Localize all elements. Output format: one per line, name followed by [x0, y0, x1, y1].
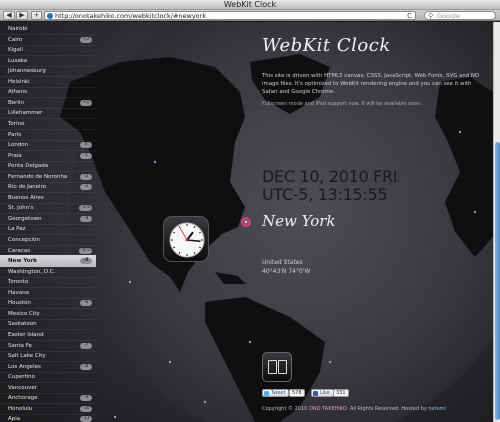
- location-marker-icon: [241, 217, 251, 227]
- city-name-label: Athens: [8, 89, 28, 96]
- city-name-label: St. John's: [8, 205, 34, 212]
- address-bar[interactable]: http://onotakehiko.com/webkitclock/#newy…: [44, 11, 416, 20]
- city-name-label: Caracas: [8, 247, 31, 254]
- utc-offset-badge: -5: [80, 258, 92, 265]
- toolbar: ◀ ▶ + http://onotakehiko.com/webkitclock…: [0, 10, 500, 21]
- country-name: United States: [262, 259, 303, 266]
- utc-offset-badge: -6: [80, 300, 92, 307]
- city-name-label: Johannesburg: [8, 68, 46, 75]
- city-name-label: Los Angeles: [8, 363, 41, 370]
- like-count: 331: [333, 389, 349, 397]
- city-name-label: New York: [8, 258, 37, 265]
- city-name-label: Paris: [8, 131, 22, 138]
- twitter-icon: [264, 391, 269, 396]
- city-name-label: Salt Lake City: [8, 353, 46, 360]
- city-name-label: Kigali: [8, 47, 24, 54]
- city-name-label: Torino: [8, 120, 25, 127]
- site-note: Fullscreen mode and iPad support now. It…: [262, 101, 422, 107]
- footer: Copyright © 2010 ONO TAKEHIKO. All Right…: [262, 406, 446, 412]
- city-name-label: Apia: [8, 416, 21, 422]
- city-name-label: Cairo: [8, 36, 23, 43]
- page-content: Nairobi Cairo +2 Kigali Lusaka Johannesburg He…: [0, 22, 493, 422]
- city-name-label: Nairobi: [8, 26, 28, 32]
- browser-window: WebKit Clock ◀ ▶ + http://onotakehiko.co…: [0, 0, 500, 422]
- city-name-label: Fernando de Noronha: [8, 173, 68, 180]
- coordinates: 40°43'N 74°0'W: [262, 268, 311, 275]
- utc-offset-badge: +1: [80, 99, 92, 106]
- city-name-label: Praia: [8, 152, 22, 159]
- site-logo: WebKit Clock: [262, 35, 391, 56]
- tweet-button[interactable]: Tweet: [262, 389, 290, 397]
- utc-offset-badge: 0: [80, 142, 92, 149]
- fullscreen-toggle-icon[interactable]: [262, 352, 292, 382]
- add-bookmark-button[interactable]: +: [31, 11, 42, 20]
- vertical-scrollbar[interactable]: [493, 22, 500, 422]
- url-text: http://onotakehiko.com/webkitclock/#newy…: [55, 12, 207, 20]
- city-name-label: La Paz: [8, 226, 26, 233]
- city-name-label: Anchorage: [8, 395, 38, 402]
- city-name-label: Rio de Janeiro: [8, 184, 46, 191]
- utc-offset-badge: -4.5: [79, 247, 92, 254]
- scrollbar-thumb[interactable]: [495, 142, 500, 420]
- like-button[interactable]: Like: [311, 389, 334, 397]
- tweet-count: 578: [289, 389, 305, 397]
- city-name-label: Toronto: [8, 279, 29, 286]
- city-name-label: Mexico City: [8, 310, 40, 317]
- facebook-icon: [313, 391, 318, 396]
- city-name-label: Concepción: [8, 237, 40, 243]
- city-name-label: Helsinki: [8, 78, 30, 85]
- city-name-label: Washington, D.C.: [8, 268, 56, 275]
- title-bar: WebKit Clock: [0, 0, 500, 10]
- utc-offset-badge: -10: [80, 405, 92, 412]
- city-name-label: Easter Island: [8, 331, 44, 338]
- utc-offset-badge: -7: [80, 342, 92, 349]
- favicon-icon: [47, 13, 53, 19]
- city-list: Nairobi Cairo +2 Kigali Lusaka Johannesburg He…: [0, 22, 96, 422]
- city-name-label: Houston: [8, 300, 31, 307]
- utc-offset-badge: -1: [80, 152, 92, 159]
- author-link[interactable]: ONO TAKEHIKO: [309, 406, 347, 412]
- city-name-label: Buenos Aires: [8, 194, 44, 201]
- window-title: WebKit Clock: [223, 0, 277, 9]
- search-placeholder: Google: [437, 12, 460, 20]
- utc-offset-badge: +2: [80, 36, 92, 43]
- city-name-label: Honolulu: [8, 405, 33, 412]
- city-list-item[interactable]: Apia -11: [8, 413, 94, 422]
- clock-face: [169, 222, 205, 258]
- search-icon: ⚲: [428, 12, 434, 20]
- city-name-label: Cupertino: [8, 374, 35, 381]
- city-name-label: Vancouver: [8, 384, 37, 391]
- search-input[interactable]: ⚲ Google: [424, 11, 496, 20]
- city-name-label: Berlin: [8, 99, 24, 106]
- utc-offset-badge: -8: [80, 363, 92, 370]
- city-name-label: Santa Fe: [8, 342, 32, 349]
- city-name-label: Georgetown: [8, 215, 42, 222]
- utc-offset-badge: -9: [80, 395, 92, 402]
- forward-button[interactable]: ▶: [16, 11, 28, 20]
- utc-offset-badge: -2: [80, 184, 92, 191]
- utc-offset-badge: -4: [80, 215, 92, 222]
- city-name-label: Saskatoon: [8, 321, 37, 328]
- utc-offset-badge: -3.5: [79, 205, 92, 212]
- city-name-label: Lusaka: [8, 57, 28, 64]
- time-display: UTC-5, 13:15:55: [262, 185, 388, 204]
- analog-clock-icon[interactable]: [163, 216, 209, 262]
- city-name-label: Lillehammer: [8, 110, 43, 117]
- utc-offset-badge: -2: [80, 173, 92, 180]
- city-name-label: Ponta Delgada: [8, 163, 49, 170]
- utc-offset-badge: -11: [80, 416, 92, 422]
- host-link[interactable]: heteml: [428, 406, 446, 412]
- site-description: This site is driven with HTML5 canvas, C…: [262, 73, 480, 95]
- date-display: DEC 10, 2010 FRI: [262, 167, 398, 186]
- city-name-label: Havana: [8, 289, 29, 296]
- city-name-label: London: [8, 142, 29, 149]
- back-button[interactable]: ◀: [3, 11, 15, 20]
- reload-icon[interactable]: C: [407, 12, 412, 19]
- city-name: New York: [262, 212, 336, 230]
